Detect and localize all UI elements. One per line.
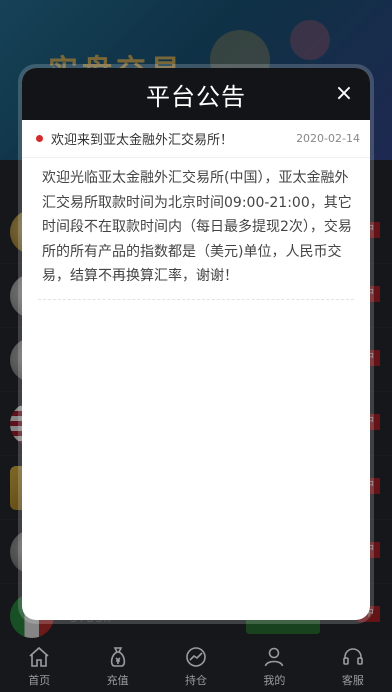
tab-home[interactable]: 首页 bbox=[0, 640, 78, 692]
tab-profile[interactable]: 我的 bbox=[235, 640, 313, 692]
notice-title: 欢迎来到亚太金融外汇交易所！ bbox=[51, 133, 234, 148]
user-icon bbox=[265, 647, 284, 666]
bottom-tab-bar: 首页 充值 持仓 我的 客服 bbox=[0, 640, 392, 692]
home-icon bbox=[29, 646, 49, 667]
tab-label: 首页 bbox=[28, 673, 51, 687]
tab-label: 客服 bbox=[341, 673, 364, 687]
tab-label: 持仓 bbox=[185, 673, 208, 687]
announcement-modal: 平台公告 × 欢迎来到亚太金融外汇交易所！ 2020-02-14 欢迎光临亚太金… bbox=[22, 68, 370, 620]
divider bbox=[38, 298, 354, 300]
tab-label: 我的 bbox=[263, 673, 286, 687]
modal-header: 平台公告 × bbox=[22, 68, 370, 120]
money-bag-icon bbox=[110, 646, 125, 667]
tab-recharge[interactable]: 充值 bbox=[78, 640, 156, 692]
chart-icon bbox=[186, 646, 206, 667]
headset-icon bbox=[343, 647, 363, 665]
tab-support[interactable]: 客服 bbox=[314, 640, 392, 692]
notice-header[interactable]: 欢迎来到亚太金融外汇交易所！ 2020-02-14 bbox=[22, 120, 370, 158]
notice-date: 2020-02-14 bbox=[296, 132, 360, 145]
tab-positions[interactable]: 持仓 bbox=[157, 640, 235, 692]
close-icon[interactable]: × bbox=[332, 82, 356, 106]
tab-label: 充值 bbox=[106, 673, 129, 687]
bullet-dot-icon bbox=[36, 135, 43, 142]
notice-body: 欢迎光临亚太金融外汇交易所(中国），亚太金融外汇交易所取款时间为北京时间09:0… bbox=[42, 170, 352, 284]
modal-title: 平台公告 bbox=[146, 82, 246, 111]
